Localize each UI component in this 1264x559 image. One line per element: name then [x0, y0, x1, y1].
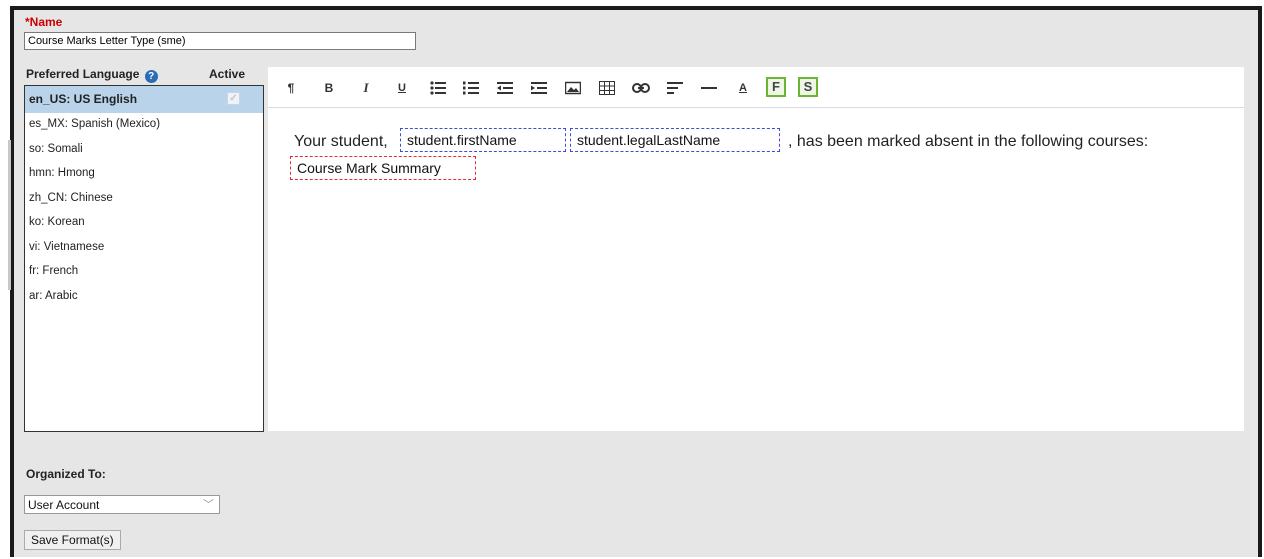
language-label: ko: Korean — [29, 216, 85, 228]
organized-to-value: User Account — [28, 498, 100, 512]
rich-text-editor[interactable]: ¶ B I U A F S Your student, student.firs… — [268, 67, 1244, 431]
language-item-zh-cn[interactable]: zh_CN: Chinese — [25, 187, 263, 212]
active-checkbox[interactable]: ✓ — [227, 92, 240, 105]
language-label: es_MX: Spanish (Mexico) — [29, 118, 161, 130]
organized-to-label: Organized To: — [26, 467, 106, 481]
chevron-down-icon: ﹀ — [203, 499, 214, 511]
active-column-label: Active — [209, 67, 246, 81]
language-item-es-mx[interactable]: es_MX: Spanish (Mexico) — [25, 113, 263, 138]
language-item-en-us[interactable]: en_US: US English ✓ — [25, 86, 263, 113]
language-label: vi: Vietnamese — [29, 240, 105, 253]
underline-button[interactable]: U — [393, 78, 411, 98]
bulleted-list-icon[interactable] — [429, 78, 447, 98]
page-scroll-edge — [8, 140, 11, 290]
language-list-header: Preferred Language ? Active — [26, 67, 262, 83]
first-name-field-token[interactable]: student.firstName — [400, 128, 566, 152]
course-mark-summary-token[interactable]: Course Mark Summary — [290, 156, 476, 180]
language-item-ar[interactable]: ar: Arabic — [25, 285, 263, 310]
language-label: en_US: US English — [29, 92, 138, 106]
language-label: zh_CN: Chinese — [29, 191, 113, 204]
paragraph-button[interactable]: ¶ — [282, 78, 300, 98]
name-label: *Name — [25, 15, 63, 29]
organized-to-select[interactable]: User Account ﹀ — [24, 495, 220, 514]
language-item-ko[interactable]: ko: Korean — [25, 211, 263, 236]
indent-icon[interactable] — [530, 78, 548, 98]
horizontal-rule-icon[interactable] — [700, 78, 718, 98]
help-icon[interactable]: ? — [144, 70, 158, 83]
language-label: hmn: Hmong — [29, 167, 95, 179]
content-text-after: , has been marked absent in the followin… — [788, 133, 1149, 150]
language-item-hmn[interactable]: hmn: Hmong — [25, 162, 263, 187]
last-name-field-token[interactable]: student.legalLastName — [570, 128, 780, 152]
outdent-icon[interactable] — [496, 78, 514, 98]
text-color-button[interactable]: A — [734, 78, 752, 98]
align-icon[interactable] — [666, 78, 684, 98]
insert-subreport-button[interactable]: S — [798, 77, 818, 97]
name-input[interactable] — [24, 32, 416, 50]
save-formats-button[interactable]: Save Format(s) — [24, 530, 121, 550]
bold-button[interactable]: B — [320, 78, 338, 98]
image-icon[interactable] — [564, 78, 582, 98]
numbered-list-icon[interactable] — [462, 78, 480, 98]
language-label: so: Somali — [29, 142, 83, 155]
language-label: fr: French — [29, 265, 79, 277]
link-icon[interactable] — [632, 78, 650, 98]
language-label: ar: Arabic — [29, 289, 78, 302]
language-item-vi[interactable]: vi: Vietnamese — [25, 236, 263, 261]
insert-field-button[interactable]: F — [766, 77, 786, 97]
table-icon[interactable] — [598, 78, 616, 98]
content-text-before: Your student, — [294, 133, 388, 150]
preferred-language-label: Preferred Language — [26, 67, 140, 81]
editor-toolbar: ¶ B I U A F S — [268, 67, 1244, 108]
letter-format-panel: *Name Preferred Language ? Active en_US:… — [10, 6, 1262, 557]
language-list[interactable]: en_US: US English ✓ es_MX: Spanish (Mexi… — [24, 85, 264, 432]
language-item-so[interactable]: so: Somali — [25, 138, 263, 163]
language-item-fr[interactable]: fr: French — [25, 260, 263, 285]
italic-button[interactable]: I — [357, 78, 375, 98]
